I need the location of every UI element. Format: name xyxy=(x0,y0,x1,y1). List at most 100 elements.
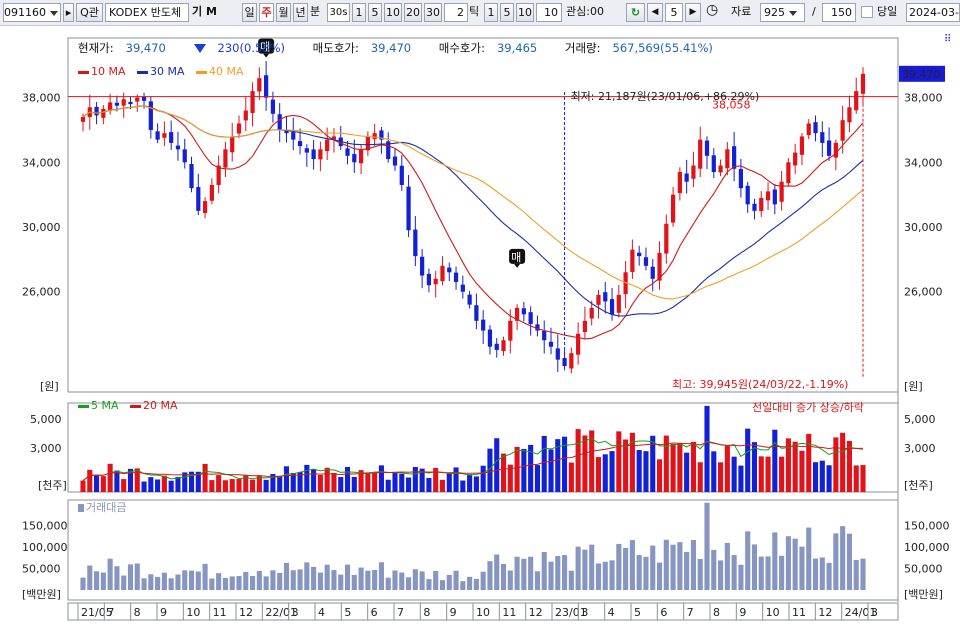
volume-bar xyxy=(399,473,405,492)
amount-bar xyxy=(609,560,615,590)
candle-body xyxy=(833,142,838,158)
stock-name-field[interactable]: KODEX 반도체 xyxy=(105,3,189,22)
same-day-checkbox[interactable] xyxy=(861,6,873,18)
refresh-icon[interactable]: ↻ xyxy=(626,3,645,22)
volume-bar xyxy=(718,462,724,492)
period-minute-label[interactable]: 분 xyxy=(310,3,324,22)
x-tick-label: 3 xyxy=(581,606,588,619)
price-tick-right: 26,000 xyxy=(904,286,943,299)
data-count-select[interactable]: 925 xyxy=(760,3,805,22)
candle-body xyxy=(399,165,404,185)
volume-bar xyxy=(833,437,839,492)
volume-bar xyxy=(236,478,242,492)
x-tick-label: 6 xyxy=(371,606,378,619)
volume-bar xyxy=(331,472,337,492)
candle-body xyxy=(542,330,547,341)
minute-20-button[interactable]: 20 xyxy=(404,3,422,22)
volume-bar xyxy=(745,428,751,492)
volume-bar xyxy=(521,448,527,492)
period-day-button[interactable]: 일 xyxy=(242,3,257,22)
tick-5-button[interactable]: 5 xyxy=(500,3,514,22)
amount-bar xyxy=(121,575,127,590)
x-tick-label: 9 xyxy=(450,606,457,619)
volume-bar xyxy=(473,476,479,492)
candle-body xyxy=(223,149,228,168)
candle-body xyxy=(297,141,303,147)
candle-body xyxy=(847,107,852,123)
candle-body xyxy=(854,91,859,111)
scroll-step-input[interactable]: 5 xyxy=(665,3,683,22)
amount-legend-label: 거래대금 xyxy=(86,501,127,514)
minute-10-button[interactable]: 10 xyxy=(384,3,402,22)
volume-bar xyxy=(731,456,737,492)
tick-input[interactable]: 2 xyxy=(444,3,468,22)
volume-bar xyxy=(684,452,690,492)
buy-marker-2: 매 xyxy=(511,251,521,264)
volume-bar xyxy=(114,470,120,492)
code-dropdown-button[interactable]: ▸ xyxy=(63,3,74,22)
amount-panel xyxy=(80,502,866,590)
candle-body xyxy=(670,194,676,223)
volume-bar xyxy=(548,449,554,492)
candle-body xyxy=(494,343,499,350)
date-input[interactable]: 2024-03-22 xyxy=(906,3,960,22)
amount-bar xyxy=(589,544,595,590)
volume-bar xyxy=(392,472,398,492)
clock-icon[interactable]: ◷ xyxy=(706,3,728,22)
period-month-button[interactable]: 월 xyxy=(276,3,291,22)
page-count-input[interactable]: 150 xyxy=(822,3,856,22)
tick-1-button[interactable]: 1 xyxy=(484,3,498,22)
amount-tick-right: 50,000 xyxy=(904,563,943,576)
amount-bar xyxy=(433,571,439,590)
panel-expand-icon[interactable]: ⠿ xyxy=(944,34,951,45)
amount-bar xyxy=(500,563,507,590)
period-week-button[interactable]: 주 xyxy=(259,3,274,22)
search-button[interactable]: Q관 xyxy=(76,3,103,22)
minute-30-button[interactable]: 30 xyxy=(424,3,442,22)
minute-1-button[interactable]: 1 xyxy=(352,3,366,22)
amount-bar xyxy=(521,558,527,590)
volume-bar xyxy=(412,466,418,492)
amount-bar xyxy=(677,542,683,590)
next-arrow-icon[interactable]: ▶ xyxy=(685,3,701,22)
amount-bar xyxy=(846,533,852,590)
prev-arrow-icon[interactable]: ◀ xyxy=(647,3,663,22)
tick-10-button[interactable]: 10 xyxy=(516,3,534,22)
stock-chart[interactable]: 38,058최저: 21,187원(23/01/06,+86.29%)최고: 3… xyxy=(0,26,960,628)
candle-body xyxy=(358,149,364,164)
amount-bar xyxy=(582,549,588,590)
volume-bar xyxy=(595,457,602,492)
volume-ma-legend: 5 MA 20 MA xyxy=(78,399,186,412)
amount-bar xyxy=(236,576,242,590)
amount-bar xyxy=(134,563,140,590)
volume-bar xyxy=(853,465,859,492)
ask-label: 매도호가: xyxy=(312,41,359,55)
amount-bar xyxy=(453,570,459,590)
candle-body xyxy=(732,146,737,169)
amount-bar xyxy=(222,577,228,590)
stock-code-input[interactable]: 091160 xyxy=(3,3,61,22)
gi-button[interactable]: 기 xyxy=(192,3,204,22)
chart-frame: 38,058 최저: 21,187원(23/01/06,+86.29%) 최고: 3… xyxy=(0,26,960,628)
m-button[interactable]: M xyxy=(206,3,218,22)
price-tick-left: 30,000 xyxy=(22,221,61,234)
amount-bar xyxy=(711,549,717,590)
amount-bar xyxy=(643,556,649,590)
minute-interval-input[interactable]: 30s xyxy=(327,3,350,22)
candle-body xyxy=(569,353,574,369)
candle-body xyxy=(352,154,357,163)
tick-count-input[interactable]: 10 xyxy=(536,3,562,22)
volume-bar xyxy=(758,456,764,492)
x-tick-label: 5 xyxy=(634,606,641,619)
x-tick-label: 6 xyxy=(660,606,667,619)
minute-5-button[interactable]: 5 xyxy=(368,3,382,22)
amount-bar xyxy=(779,555,785,590)
candle-body xyxy=(291,132,296,140)
amount-tick-right: 100,000 xyxy=(904,541,950,554)
volume-bar xyxy=(860,465,866,492)
amount-bar xyxy=(663,539,669,590)
candle-body xyxy=(243,110,248,121)
ma30-line xyxy=(82,105,864,317)
watch-group-label[interactable]: 관심:00 xyxy=(566,3,622,22)
period-year-button[interactable]: 년 xyxy=(293,3,308,22)
